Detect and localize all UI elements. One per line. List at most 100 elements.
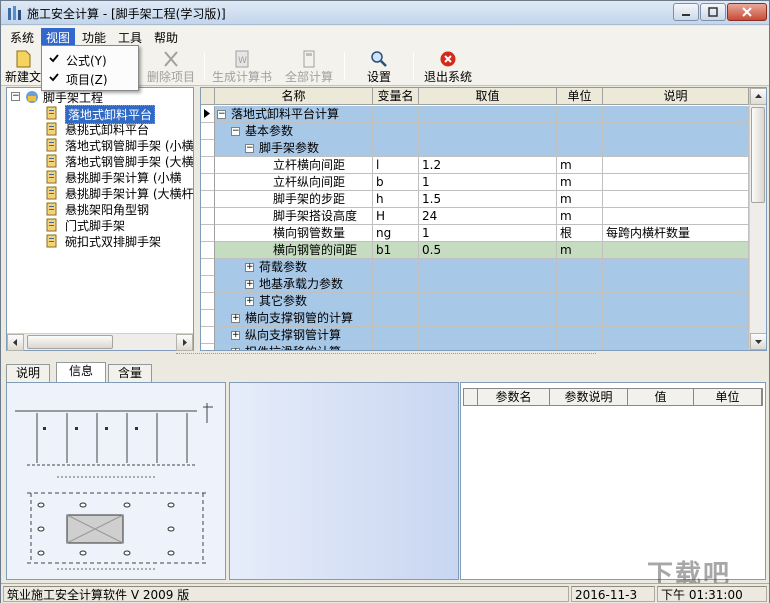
expand-icon[interactable]: + (231, 348, 240, 350)
grid-row[interactable]: 立杆横向间距 l 1.2 m (201, 157, 749, 174)
grid-cell[interactable]: + 其它参数 (215, 293, 373, 310)
grid-cell[interactable]: + 纵向支撑钢管计算 (215, 327, 373, 344)
view-menu-project[interactable]: 项目(Z) (42, 69, 138, 87)
grid-cell[interactable]: − 基本参数 (215, 123, 373, 140)
scroll-up-button[interactable] (750, 88, 766, 105)
grid-row[interactable]: − 落地式卸料平台计算 (201, 106, 749, 123)
grid-cell[interactable]: + 荷载参数 (215, 259, 373, 276)
scroll-thumb[interactable] (27, 335, 113, 349)
grid-cell[interactable]: − 脚手架参数 (215, 140, 373, 157)
grid-cell-val[interactable] (419, 123, 557, 140)
grid-cell[interactable]: + 地基承载力参数 (215, 276, 373, 293)
grid-cell-val[interactable]: 1 (419, 174, 557, 191)
collapse-icon[interactable]: − (217, 110, 226, 119)
grid-row[interactable]: + 其它参数 (201, 293, 749, 310)
menu-view[interactable]: 视图 (41, 28, 76, 45)
param-header-name[interactable]: 参数名 (478, 389, 550, 405)
grid-cell-val[interactable] (419, 327, 557, 344)
row-header[interactable] (201, 225, 215, 242)
grid-row[interactable]: 脚手架的步距 h 1.5 m (201, 191, 749, 208)
grid-cell[interactable]: 脚手架的步距 (215, 191, 373, 208)
grid-row[interactable]: + 横向支撑钢管的计算 (201, 310, 749, 327)
row-header[interactable] (201, 123, 215, 140)
grid-row[interactable]: − 脚手架参数 (201, 140, 749, 157)
menu-system[interactable]: 系统 (5, 28, 39, 45)
grid-cell-val[interactable] (419, 293, 557, 310)
param-header-desc[interactable]: 参数说明 (550, 389, 628, 405)
grid-header-name[interactable]: 名称 (215, 88, 373, 105)
expand-icon[interactable]: + (231, 331, 240, 340)
grid-cell[interactable]: 立杆横向间距 (215, 157, 373, 174)
grid-cell[interactable]: + 扣件抗滑移的计算 (215, 344, 373, 350)
settings-button[interactable]: 设置 (359, 48, 399, 84)
new-button[interactable]: 新建文 (5, 48, 41, 84)
delete-project-button[interactable]: 删除项目 (143, 48, 199, 84)
tab-description[interactable]: 说明 (6, 364, 50, 382)
tab-info[interactable]: 信息 (56, 362, 106, 382)
grid-row[interactable]: 脚手架搭设高度 H 24 m (201, 208, 749, 225)
grid-cell-val[interactable]: 1.5 (419, 191, 557, 208)
grid-header-desc[interactable]: 说明 (603, 88, 749, 105)
grid-cell-val[interactable]: 1 (419, 225, 557, 242)
row-header[interactable] (201, 276, 215, 293)
calculate-all-button[interactable]: 全部计算 (281, 48, 337, 84)
row-header[interactable] (201, 293, 215, 310)
grid-row[interactable]: + 地基承载力参数 (201, 276, 749, 293)
tree-horizontal-scrollbar[interactable] (7, 333, 193, 351)
menu-function[interactable]: 功能 (77, 28, 111, 45)
grid-cell-val[interactable]: 0.5 (419, 242, 557, 259)
row-header[interactable] (201, 259, 215, 276)
param-header-unit[interactable]: 单位 (694, 389, 762, 405)
grid-row[interactable]: + 扣件抗滑移的计算 (201, 344, 749, 350)
collapse-icon[interactable]: − (245, 144, 254, 153)
menu-help[interactable]: 帮助 (149, 28, 183, 45)
row-header[interactable] (201, 242, 215, 259)
grid-cell-val[interactable]: 24 (419, 208, 557, 225)
row-header[interactable] (201, 106, 215, 123)
row-header[interactable] (201, 208, 215, 225)
expand-icon[interactable]: + (245, 280, 254, 289)
row-header[interactable] (201, 344, 215, 350)
tab-content[interactable]: 含量 (108, 364, 152, 382)
collapse-icon[interactable]: − (231, 127, 240, 136)
grid-row[interactable]: 横向钢管数量 ng 1 根每跨内横杆数量 (201, 225, 749, 242)
scroll-thumb[interactable] (751, 107, 765, 203)
grid-row[interactable]: + 纵向支撑钢管计算 (201, 327, 749, 344)
grid-cell-val[interactable] (419, 310, 557, 327)
scroll-right-button[interactable] (176, 334, 193, 351)
row-header[interactable] (201, 310, 215, 327)
grid-vertical-scrollbar[interactable] (749, 88, 766, 350)
exit-button[interactable]: 退出系统 (421, 48, 475, 84)
grid-cell-val[interactable] (419, 140, 557, 157)
grid-cell-val[interactable] (419, 276, 557, 293)
minimize-button[interactable] (673, 3, 699, 21)
row-header[interactable] (201, 140, 215, 157)
grid-header-value[interactable]: 取值 (419, 88, 557, 105)
grid-cell[interactable]: 横向钢管的间距 (215, 242, 373, 259)
grid-cell-val[interactable] (419, 344, 557, 350)
title-bar[interactable]: 施工安全计算 - [脚手架工程(学习版)] (1, 1, 769, 25)
expand-icon[interactable]: + (245, 263, 254, 272)
row-header[interactable] (201, 327, 215, 344)
menu-tools[interactable]: 工具 (113, 28, 147, 45)
horizontal-splitter[interactable] (176, 353, 596, 357)
scroll-down-button[interactable] (750, 333, 766, 350)
expand-icon[interactable]: + (231, 314, 240, 323)
grid-header-var[interactable]: 变量名 (373, 88, 419, 105)
grid-cell[interactable]: 脚手架搭设高度 (215, 208, 373, 225)
grid-header-unit[interactable]: 单位 (557, 88, 603, 105)
grid-cell-val[interactable]: 1.2 (419, 157, 557, 174)
grid-row[interactable]: − 基本参数 (201, 123, 749, 140)
grid-cell[interactable]: 横向钢管数量 (215, 225, 373, 242)
param-header-value[interactable]: 值 (628, 389, 694, 405)
grid-cell[interactable]: − 落地式卸料平台计算 (215, 106, 373, 123)
grid-cell-val[interactable] (419, 106, 557, 123)
maximize-button[interactable] (700, 3, 726, 21)
grid-cell-val[interactable] (419, 259, 557, 276)
grid-cell[interactable]: + 横向支撑钢管的计算 (215, 310, 373, 327)
grid-row[interactable]: 横向钢管的间距 b1 0.5 m (201, 242, 749, 259)
scroll-left-button[interactable] (7, 334, 24, 351)
grid-row[interactable]: 立杆纵向间距 b 1 m (201, 174, 749, 191)
close-button[interactable] (727, 3, 767, 21)
expand-icon[interactable]: + (245, 297, 254, 306)
